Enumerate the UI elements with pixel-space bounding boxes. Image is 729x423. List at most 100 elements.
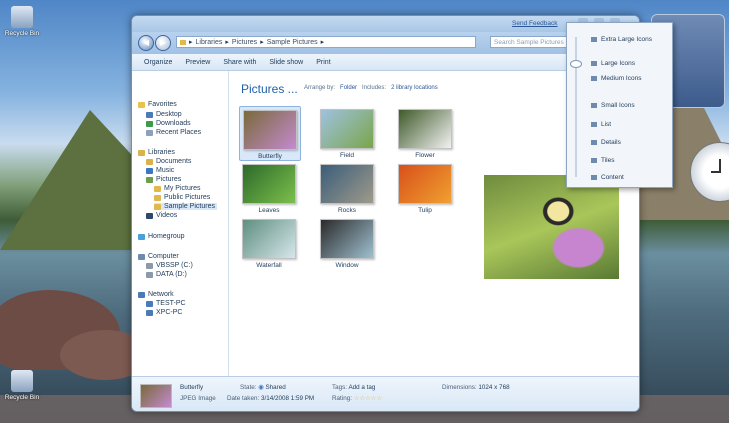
nav-homegroup[interactable]: Homegroup [138, 233, 185, 240]
menu-item-list[interactable]: List [591, 121, 611, 128]
title-bar[interactable]: Send Feedback [132, 16, 639, 32]
view-size-slider-thumb[interactable] [570, 60, 582, 68]
address-field[interactable]: ▸ Libraries ▸ Pictures ▸ Sample Pictures… [176, 36, 476, 48]
image-thumbnail [320, 109, 374, 149]
music-icon [146, 167, 153, 174]
menu-item-content[interactable]: Content [591, 174, 624, 181]
folder-icon [180, 39, 186, 45]
print-button[interactable]: Print [316, 59, 330, 66]
preview-button[interactable]: Preview [185, 59, 210, 66]
image-thumbnail [398, 109, 452, 149]
folder-icon [154, 194, 161, 201]
nav-recent-places[interactable]: Recent Places [146, 129, 201, 136]
thumbnail-caption: Field [339, 152, 355, 159]
image-thumbnail [320, 219, 374, 259]
breadcrumb-separator-icon: ▸ [189, 39, 193, 46]
breadcrumb-pictures[interactable]: Pictures [232, 39, 257, 46]
nav-my-pictures[interactable]: My Pictures [154, 185, 201, 192]
nav-test-pc[interactable]: TEST-PC [146, 300, 186, 307]
menu-item-label: Large Icons [601, 60, 635, 67]
nav-label: Public Pictures [164, 194, 211, 201]
slide-show-button[interactable]: Slide show [269, 59, 303, 66]
homegroup-icon [138, 233, 145, 240]
library-locations-link[interactable]: 2 library locations [391, 85, 438, 91]
menu-item-label: Small Icons [601, 102, 635, 109]
library-icon [138, 149, 145, 156]
pc-icon [146, 300, 153, 307]
nav-downloads[interactable]: Downloads [146, 120, 191, 127]
arrange-by-dropdown[interactable]: Folder [340, 85, 357, 91]
search-input[interactable]: Search Sample Pictures [490, 36, 570, 48]
image-thumbnail [243, 110, 297, 150]
organize-button[interactable]: Organize [144, 59, 172, 66]
star-icon [138, 101, 145, 108]
nav-drive-d[interactable]: DATA (D:) [146, 271, 187, 278]
desktop-icon-label: Recycle Bin [4, 30, 40, 37]
nav-documents[interactable]: Documents [146, 158, 191, 165]
star-icon[interactable]: ☆ [376, 395, 382, 402]
nav-label: Videos [156, 212, 178, 219]
nav-music[interactable]: Music [146, 167, 174, 174]
list-icon [591, 122, 597, 127]
nav-label: Downloads [156, 120, 191, 127]
library-meta: Arrange by: Folder Includes: 2 library l… [304, 85, 438, 91]
menu-item-medium-icons[interactable]: Medium Icons [591, 75, 641, 82]
nav-desktop[interactable]: Desktop [146, 111, 182, 118]
folder-icon [154, 203, 161, 210]
nav-network[interactable]: Network [138, 291, 174, 298]
nav-label: DATA (D:) [156, 271, 187, 278]
details-file-type: JPEG Image [180, 395, 216, 402]
menu-item-label: Details [601, 139, 621, 146]
arrange-by-label: Arrange by: [304, 85, 336, 91]
breadcrumb-sample-pictures[interactable]: Sample Pictures [267, 39, 318, 46]
thumbnail-field[interactable]: Field [317, 109, 377, 159]
image-thumbnail [242, 219, 296, 259]
content-icon [591, 175, 597, 180]
nav-favorites[interactable]: Favorites [138, 101, 177, 108]
nav-label: TEST-PC [156, 300, 186, 307]
details-dimensions-value: 1024 x 768 [478, 384, 510, 391]
thumbnail-window[interactable]: Window [317, 219, 377, 269]
details-state-value: Shared [265, 384, 286, 391]
menu-item-extra-large-icons[interactable]: Extra Large Icons [591, 36, 652, 43]
recycle-bin-icon [11, 6, 33, 28]
breadcrumb-libraries[interactable]: Libraries [196, 39, 223, 46]
nav-videos[interactable]: Videos [146, 212, 177, 219]
send-feedback-link[interactable]: Send Feedback [512, 20, 558, 27]
nav-public-pictures[interactable]: Public Pictures [154, 194, 210, 201]
details-date-value[interactable]: 3/14/2008 1:59 PM [261, 395, 314, 402]
details-tags-value[interactable]: Add a tag [348, 384, 375, 391]
nav-pictures[interactable]: Pictures [146, 176, 181, 183]
desktop-icon-recycle-bin-bottom[interactable]: Recycle Bin [2, 370, 42, 401]
thumbnail-caption: Leaves [258, 207, 280, 214]
nav-label: Desktop [156, 111, 182, 118]
large-icons-icon [591, 61, 597, 66]
nav-drive-c[interactable]: VBSSP (C:) [146, 262, 193, 269]
thumbnail-flower[interactable]: Flower [395, 109, 455, 159]
menu-item-label: Tiles [601, 157, 615, 164]
thumbnail-leaves[interactable]: Leaves [239, 164, 299, 214]
menu-item-small-icons[interactable]: Small Icons [591, 102, 635, 109]
nav-label: Favorites [148, 101, 177, 108]
nav-sample-pictures[interactable]: Sample Pictures [154, 203, 217, 210]
rating-stars[interactable]: ☆☆☆☆☆ [354, 395, 382, 402]
thumbnail-rocks[interactable]: Rocks [317, 164, 377, 214]
nav-xpc-pc[interactable]: XPC-PC [146, 309, 182, 316]
details-dimensions-label: Dimensions: [442, 384, 477, 391]
back-button[interactable]: ◀ [138, 35, 154, 51]
thumbnail-waterfall[interactable]: Waterfall [239, 219, 299, 269]
menu-item-details[interactable]: Details [591, 139, 621, 146]
nav-computer[interactable]: Computer [138, 253, 179, 260]
view-size-slider-track[interactable] [575, 37, 577, 177]
forward-button[interactable]: ▶ [155, 35, 171, 51]
desktop-icon-recycle-bin-top[interactable]: Recycle Bin [2, 6, 42, 37]
share-with-button[interactable]: Share with [223, 59, 256, 66]
thumbnail-tulip[interactable]: Tulip [395, 164, 455, 214]
menu-item-tiles[interactable]: Tiles [591, 157, 614, 164]
thumbnail-butterfly[interactable]: Butterfly [239, 106, 301, 161]
image-thumbnail [320, 164, 374, 204]
menu-item-label: List [601, 121, 612, 128]
thumbnail-caption: Tulip [418, 207, 432, 214]
nav-libraries[interactable]: Libraries [138, 149, 175, 156]
menu-item-large-icons[interactable]: Large Icons [591, 60, 635, 67]
